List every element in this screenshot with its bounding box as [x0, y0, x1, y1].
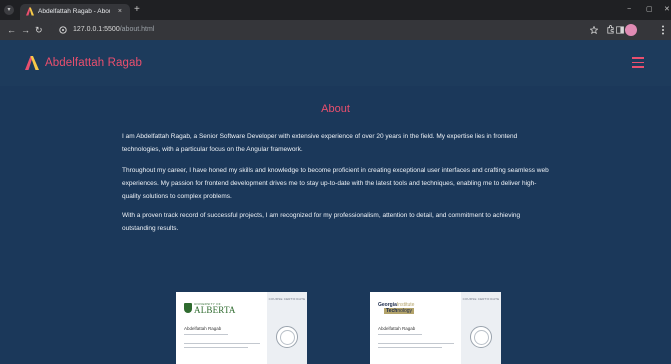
- kebab-menu-icon[interactable]: [661, 25, 665, 35]
- url-text[interactable]: 127.0.0.1:5500/about.html: [73, 25, 154, 35]
- minimize-window-button[interactable]: −: [627, 4, 631, 16]
- issuer-name-text: ALBERTA: [194, 305, 236, 315]
- certificate-text-line: [378, 334, 422, 336]
- site-logo-icon[interactable]: [25, 56, 39, 70]
- certificate-side-band: COURSE CERTIFICATE: [267, 292, 307, 364]
- hamburger-bar: [632, 61, 644, 64]
- about-paragraph-3: With a proven track record of successful…: [122, 212, 521, 232]
- certificate-text-line: [378, 343, 454, 344]
- certificate-text-line: [184, 334, 228, 336]
- certificate-text-line: [184, 347, 248, 348]
- issuer-bottom-suffix: nology: [397, 308, 413, 314]
- certificate-side-band: COURSE CERTIFICATE: [461, 292, 501, 364]
- forward-button[interactable]: →: [21, 24, 30, 36]
- about-paragraph-2: Throughout my career, I have honed my sk…: [122, 167, 549, 200]
- tab-title: Abdelfattah Ragab - About: [38, 8, 110, 15]
- hamburger-menu-icon[interactable]: [632, 57, 644, 68]
- certificate-recipient: Abdelfattah Ragab: [184, 326, 222, 331]
- seal-inner-ring: [474, 330, 489, 345]
- certificate-badge-label: COURSE CERTIFICATE: [462, 297, 500, 301]
- browser-tab-strip: ▾ Abdelfattah Ragab - About × + − ▢ ✕: [0, 0, 671, 20]
- new-tab-button[interactable]: +: [134, 5, 140, 15]
- hamburger-bar: [632, 57, 644, 59]
- maximize-window-button[interactable]: ▢: [646, 4, 653, 16]
- georgia-tech-logo: GeorgiaInstitute Technology: [378, 303, 438, 315]
- star-icon[interactable]: [590, 26, 598, 34]
- site-header: Abdelfattah Ragab: [0, 40, 671, 86]
- close-tab-icon[interactable]: ×: [118, 7, 122, 17]
- sidepanel-icon[interactable]: [616, 26, 624, 34]
- site-info-icon[interactable]: [59, 26, 67, 34]
- about-section: About I am Abdelfattah Ragab, a Senior S…: [0, 86, 671, 364]
- back-button[interactable]: ←: [7, 24, 16, 36]
- certificate-badge-label: COURSE CERTIFICATE: [268, 297, 306, 301]
- url-path: /about.html: [119, 26, 155, 33]
- certificate-card-georgia-tech[interactable]: GeorgiaInstitute Technology Abdelfattah …: [370, 292, 501, 364]
- reload-button[interactable]: ↻: [35, 24, 43, 36]
- seal-icon: [470, 326, 492, 348]
- hamburger-bar: [632, 66, 644, 68]
- url-host: 127.0.0.1:5500: [73, 26, 120, 33]
- issuer-bottom-word: Tech: [386, 308, 398, 314]
- brand-name-link[interactable]: Abdelfattah Ragab: [45, 55, 142, 71]
- about-paragraph-1: I am Abdelfattah Ragab, a Senior Softwar…: [122, 133, 518, 153]
- seal-inner-ring: [280, 330, 295, 345]
- shield-icon: [184, 303, 192, 313]
- address-bar[interactable]: 127.0.0.1:5500/about.html: [49, 23, 609, 37]
- certificate-text-line: [184, 343, 260, 344]
- seal-icon: [276, 326, 298, 348]
- browser-tab-active[interactable]: Abdelfattah Ragab - About ×: [20, 4, 130, 20]
- tab-search-button[interactable]: ▾: [4, 5, 14, 15]
- certificate-card-alberta[interactable]: UNIVERSITY OF ALBERTA Abdelfattah Ragab …: [176, 292, 307, 364]
- close-window-button[interactable]: ✕: [664, 4, 670, 16]
- certificate-text-line: [378, 347, 442, 348]
- avatar[interactable]: [625, 24, 637, 36]
- puzzle-icon[interactable]: [606, 25, 615, 34]
- page-title: About: [321, 103, 350, 115]
- site-favicon-icon: [26, 7, 34, 16]
- alberta-logo: UNIVERSITY OF ALBERTA: [184, 302, 244, 316]
- browser-toolbar: ← → ↻ 127.0.0.1:5500/about.html: [0, 20, 671, 40]
- issuer-bottom-text: Technology: [384, 308, 415, 314]
- certificate-recipient: Abdelfattah Ragab: [378, 326, 416, 331]
